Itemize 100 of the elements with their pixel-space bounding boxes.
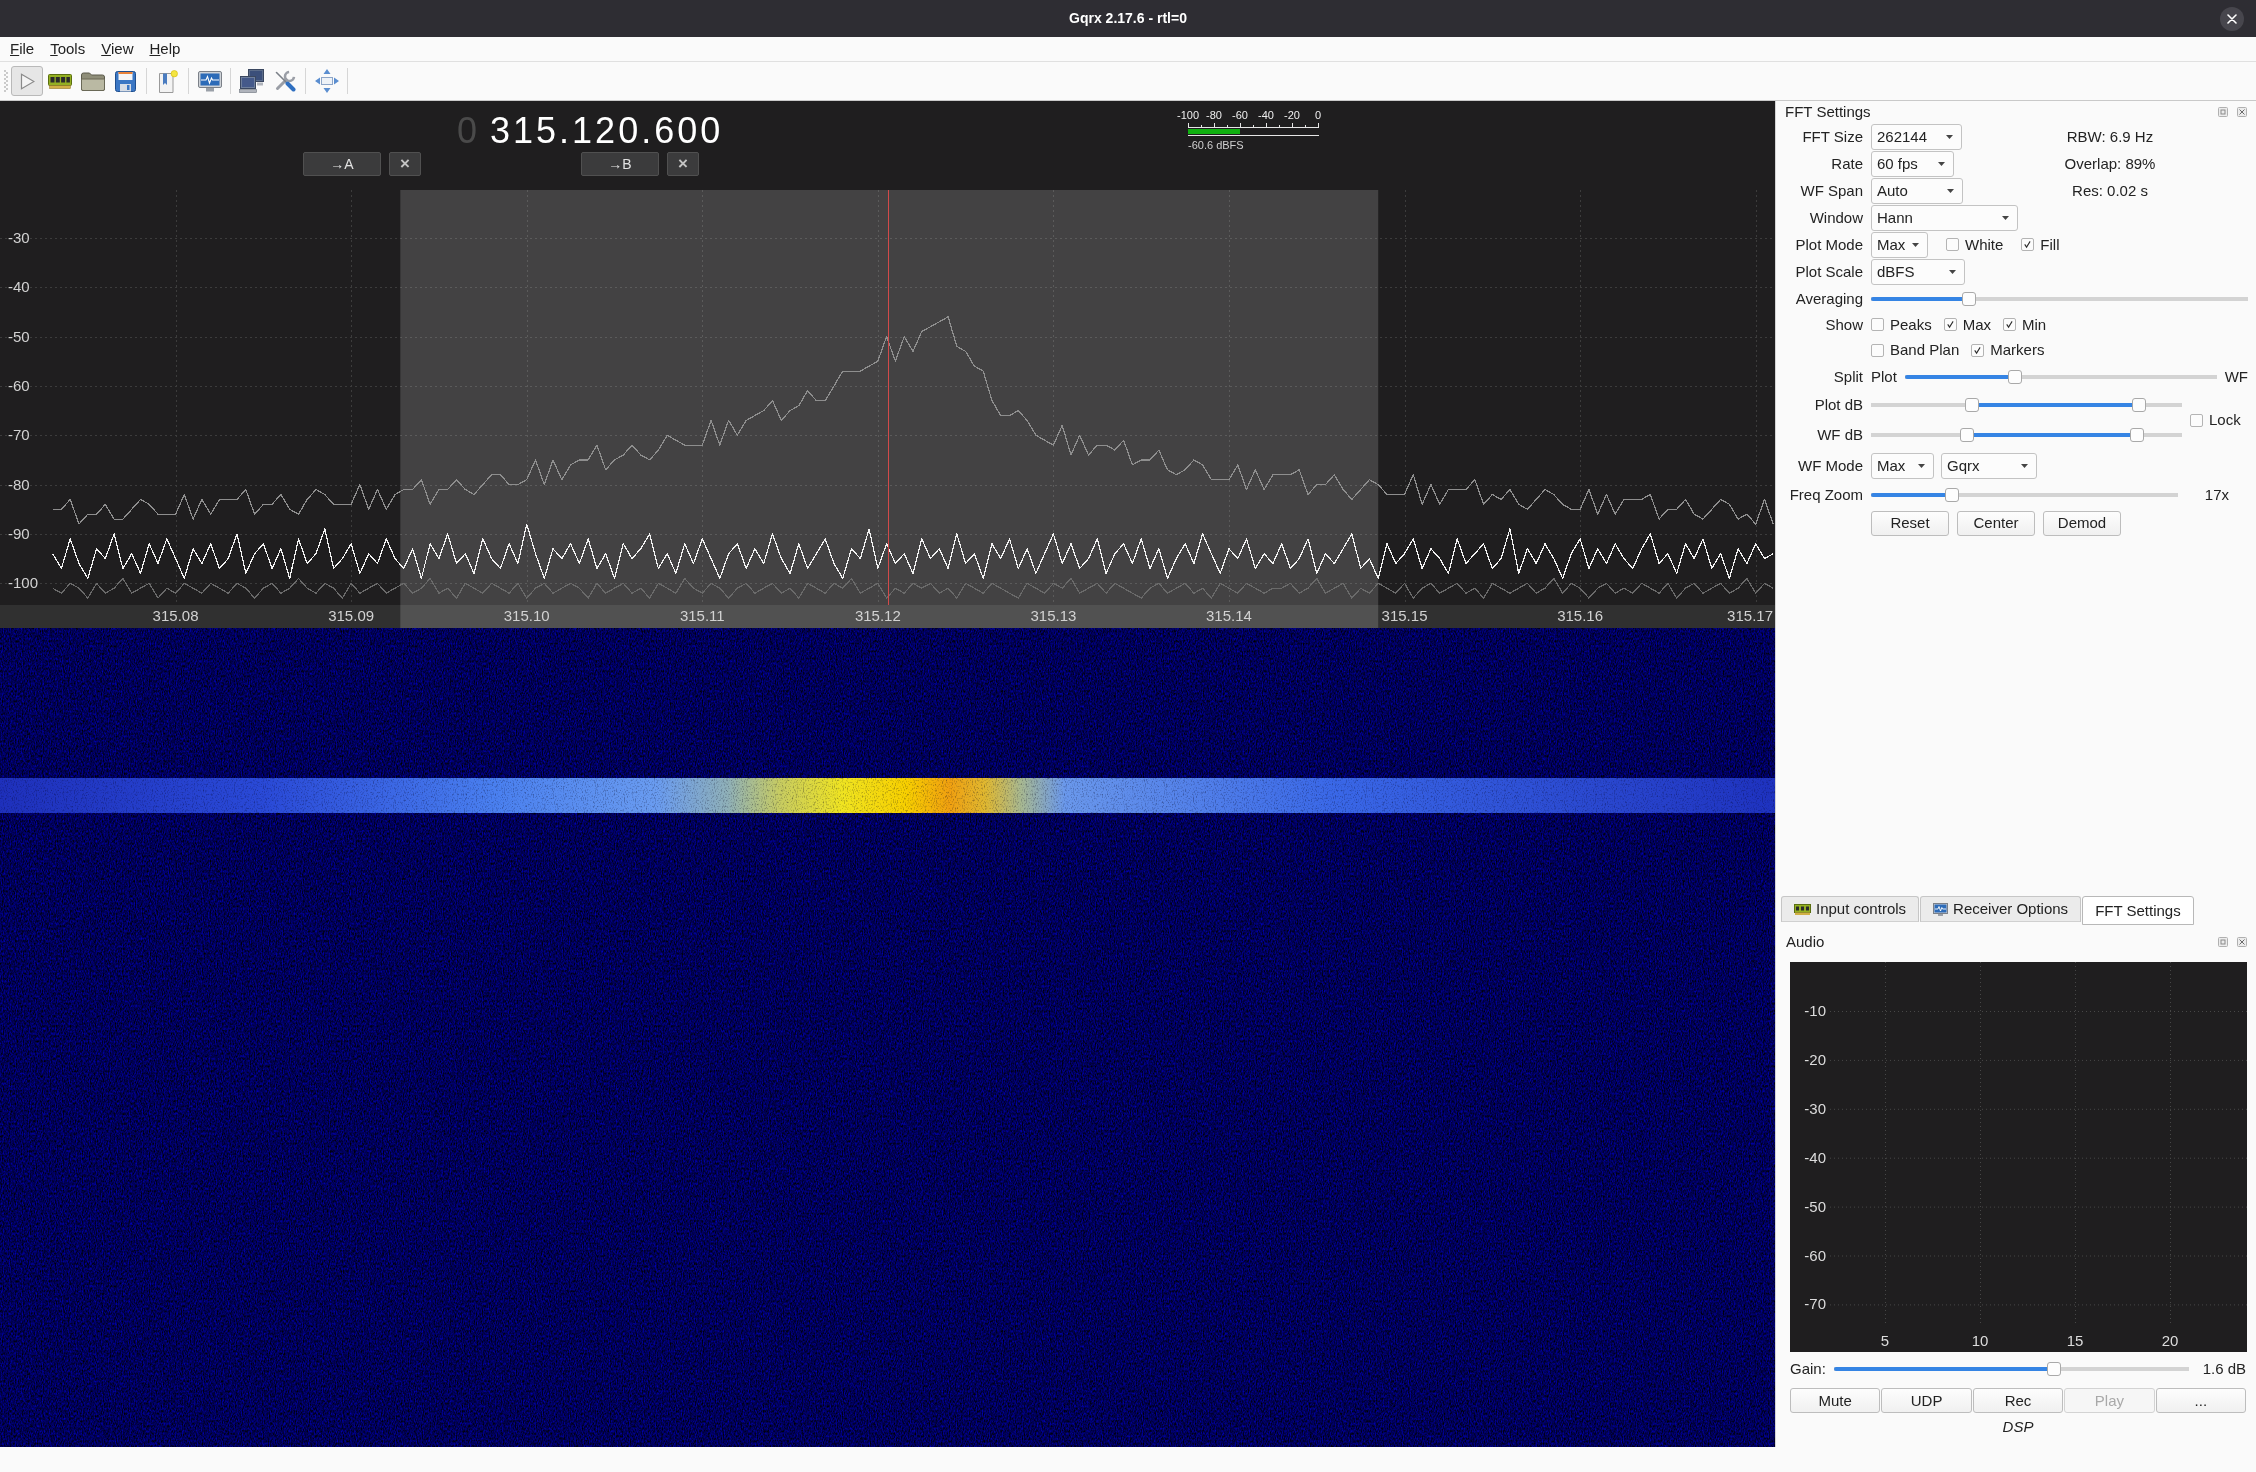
set-marker-button[interactable]: →B — [581, 152, 659, 176]
axis-label: -50 — [1804, 1197, 1826, 1215]
axis-label: 315.15 — [1381, 607, 1428, 624]
section-label: DSP — [2001, 1417, 2035, 1437]
waveform-monitor-icon[interactable] — [197, 70, 222, 92]
folder-icon[interactable] — [80, 71, 105, 91]
circuit-board-icon[interactable] — [47, 73, 72, 89]
caret-icon — [2002, 215, 2009, 220]
close-icon[interactable] — [2237, 937, 2247, 947]
close-icon[interactable] — [2237, 107, 2247, 117]
audio-button[interactable]: ... — [2155, 1388, 2247, 1413]
field-label: WF Span — [1799, 181, 1863, 200]
audio-button[interactable]: UDP — [1881, 1388, 1972, 1413]
checkbox-label: Lock — [2209, 411, 2241, 429]
axis-label: 315.10 — [503, 607, 550, 624]
grip-icon[interactable] — [4, 70, 8, 92]
checkbox[interactable] — [2021, 238, 2035, 251]
set-marker-button[interactable]: →A — [303, 152, 381, 176]
slider-handle[interactable] — [2132, 398, 2147, 412]
plot-action-button[interactable]: Center — [1957, 510, 2035, 536]
meter-scale-label: 0 — [1313, 109, 1323, 122]
dropdown[interactable]: Max — [1871, 452, 1934, 479]
caret-icon — [1949, 269, 1956, 274]
field-label: Plot Mode — [1794, 235, 1863, 254]
plot-action-button[interactable]: Demod — [2043, 510, 2121, 536]
slider-handle[interactable] — [2008, 369, 2023, 384]
play-icon — [19, 72, 35, 90]
meter-scale-label: -80 — [1205, 109, 1223, 122]
menu-item[interactable]: Help — [141, 40, 189, 58]
meter-scale-label: -20 — [1283, 109, 1301, 122]
field-label: Window — [1808, 208, 1863, 227]
close-button[interactable] — [2220, 6, 2244, 31]
computers-icon[interactable] — [239, 69, 264, 93]
axis-label: 315.11 — [679, 607, 725, 624]
readout-text: Overlap: 89% — [2063, 154, 2157, 173]
menu-item[interactable]: Tools — [42, 40, 94, 58]
close-icon — [2227, 13, 2237, 24]
audio-button[interactable]: Mute — [1790, 1388, 1881, 1413]
axis-label: -60 — [1804, 1246, 1826, 1264]
dropdown[interactable]: Max — [1871, 231, 1928, 258]
tab[interactable]: Receiver Options — [1920, 896, 2082, 922]
dropdown[interactable]: Hann — [1871, 204, 2018, 231]
checkbox[interactable] — [1971, 343, 1985, 357]
clear-marker-button[interactable]: × — [667, 152, 699, 176]
field-label: FFT Size — [1801, 127, 1863, 146]
axis-label: 315.08 — [152, 607, 199, 624]
bookmark-icon[interactable] — [157, 69, 178, 93]
axis-label: -50 — [8, 327, 30, 345]
restore-icon[interactable] — [2218, 107, 2228, 117]
audio-button[interactable]: Rec — [1972, 1388, 2064, 1413]
menu-item[interactable]: File — [2, 40, 43, 58]
axis-label: -20 — [1804, 1050, 1826, 1068]
slider-handle[interactable] — [1965, 398, 1980, 412]
meter-scale-label: -60 — [1231, 109, 1249, 122]
dropdown[interactable]: 60 fps — [1871, 150, 1954, 177]
checkbox[interactable] — [2190, 413, 2203, 427]
field-label: Plot Scale — [1794, 262, 1863, 281]
axis-label: -90 — [8, 524, 30, 542]
tab[interactable]: Input controls — [1781, 896, 1920, 922]
caret-icon — [1918, 463, 1925, 468]
checkbox[interactable] — [1943, 318, 1957, 332]
slider-handle[interactable] — [2129, 428, 2144, 442]
tools-icon[interactable] — [273, 70, 296, 92]
slider-handle[interactable] — [2047, 1362, 2062, 1376]
checkbox[interactable] — [1871, 318, 1884, 332]
slider-handle[interactable] — [1960, 428, 1975, 442]
slider-handle[interactable] — [1961, 291, 1976, 306]
panel-title: Audio — [1786, 933, 1825, 951]
checkbox[interactable] — [1946, 238, 1959, 251]
checkbox-label: Markers — [1990, 341, 2045, 360]
axis-label: -40 — [1804, 1148, 1826, 1166]
dropdown[interactable]: Gqrx — [1941, 452, 2037, 479]
tab[interactable]: FFT Settings — [2082, 896, 2194, 925]
restore-icon[interactable] — [2218, 937, 2228, 947]
checkbox[interactable] — [2003, 318, 2017, 332]
caret-icon — [1912, 242, 1919, 247]
axis-label: -10 — [1804, 1002, 1826, 1019]
field-label: Show — [1824, 315, 1863, 334]
move-arrows-icon[interactable] — [314, 69, 339, 93]
caret-icon — [1938, 161, 1945, 166]
waveform-monitor-icon — [1933, 902, 1949, 916]
clear-marker-button[interactable]: × — [389, 152, 421, 176]
save-icon[interactable] — [115, 70, 136, 92]
frequency-readout[interactable]: 315.120.600 — [490, 109, 724, 153]
axis-label: 315.13 — [1030, 607, 1077, 624]
dropdown[interactable]: dBFS — [1871, 258, 1965, 285]
plot-action-button[interactable]: Reset — [1871, 510, 1949, 536]
dropdown[interactable]: Auto — [1871, 177, 1963, 204]
axis-label: -70 — [8, 426, 30, 444]
slider-handle[interactable] — [1944, 487, 1959, 502]
field-label: Averaging — [1794, 289, 1863, 308]
axis-label: -80 — [8, 475, 30, 493]
menu-item[interactable]: View — [93, 40, 142, 58]
slider-end-label: Plot — [1871, 367, 1897, 386]
checkbox[interactable] — [1871, 343, 1884, 357]
readout-text: Res: 0.02 s — [2071, 181, 2149, 200]
axis-label: 315.17 — [1727, 607, 1773, 624]
dropdown[interactable]: 262144 — [1871, 123, 1962, 150]
axis-label: 15 — [2066, 1332, 2084, 1349]
checkbox-label: Fill — [2040, 235, 2060, 254]
